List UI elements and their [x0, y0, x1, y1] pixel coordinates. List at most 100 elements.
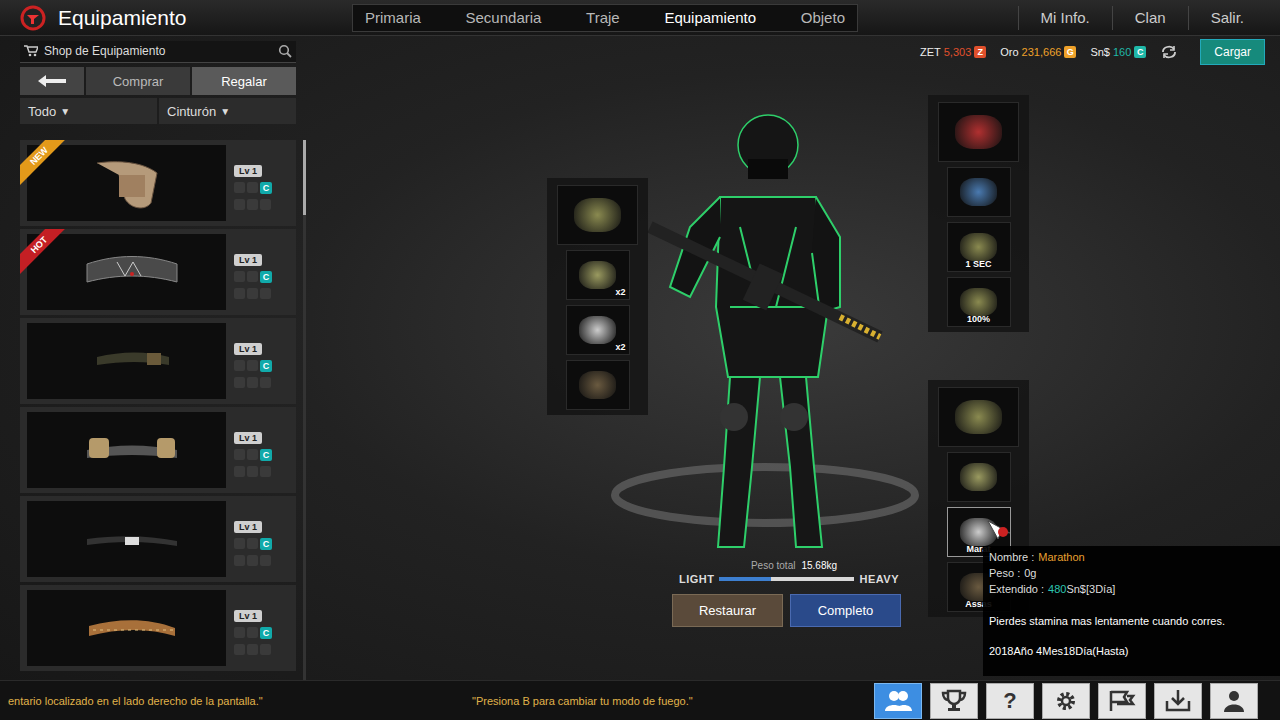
- item-picture: [579, 371, 616, 400]
- disabled-currency-icon: [247, 644, 258, 655]
- trophy-button[interactable]: [930, 683, 978, 719]
- load-button[interactable]: Cargar: [1200, 39, 1265, 65]
- tab[interactable]: Primaria: [357, 9, 429, 26]
- bottom-icons: ?: [874, 683, 1258, 719]
- shop-item[interactable]: Lv 1C: [20, 585, 296, 671]
- menu-item[interactable]: Salir.: [1189, 9, 1266, 26]
- tooltip-value: 480: [1048, 583, 1066, 595]
- disabled-currency-icon: [234, 271, 245, 282]
- friends-button[interactable]: [874, 683, 922, 719]
- disabled-currency-icon: [260, 555, 271, 566]
- clan-button[interactable]: [1098, 683, 1146, 719]
- weight-value: 15.68kg: [801, 560, 837, 571]
- equipment-slot[interactable]: [566, 360, 630, 410]
- weight-meter: Peso total15.68kgLIGHTHEAVY: [672, 560, 906, 585]
- currency-badge: C: [260, 538, 272, 550]
- badge-ribbon: NEW: [20, 140, 76, 196]
- tab[interactable]: Secundaria: [458, 9, 550, 26]
- disabled-currency-icon: [234, 555, 245, 566]
- item-list: Lv 1CNEWLv 1CHOTLv 1CLv 1CLv 1CLv 1C: [20, 140, 296, 680]
- disabled-currency-icon: [247, 182, 258, 193]
- currency-label: Oro: [1000, 46, 1018, 58]
- shop-item[interactable]: Lv 1CNEW: [20, 140, 296, 226]
- disabled-currency-icon: [260, 288, 271, 299]
- arrow-left-icon: [37, 74, 67, 88]
- equipment-slot[interactable]: x2: [566, 250, 630, 300]
- tab[interactable]: Objeto: [793, 9, 853, 26]
- disabled-currency-icon: [234, 538, 245, 549]
- tab[interactable]: Equipamiento: [656, 9, 764, 26]
- back-button[interactable]: [20, 67, 84, 95]
- equipment-slot-column: 1 SEC 100%: [928, 95, 1029, 332]
- equipment-slot[interactable]: [938, 387, 1019, 447]
- item-picture: [960, 463, 997, 492]
- price-icons: C: [234, 360, 272, 372]
- level-badge: Lv 1: [234, 610, 262, 622]
- profile-icon: [1222, 689, 1246, 713]
- filter-dropdown[interactable]: Todo▼: [20, 98, 157, 124]
- complete-button[interactable]: Completo: [790, 594, 901, 627]
- shop-item[interactable]: Lv 1CHOT: [20, 229, 296, 315]
- tooltip-value-group: Marathon: [1038, 549, 1084, 565]
- equipment-slot[interactable]: 100%: [947, 277, 1011, 327]
- weight-label: Peso total: [751, 560, 795, 571]
- shop-item[interactable]: Lv 1C: [20, 496, 296, 582]
- disabled-currency-icon: [260, 199, 271, 210]
- shop-item[interactable]: Lv 1C: [20, 318, 296, 404]
- currency-label: Sn$: [1090, 46, 1110, 58]
- price-icons: C: [234, 538, 272, 550]
- tab[interactable]: Traje: [578, 9, 628, 26]
- currency: ZET5,303Z: [920, 46, 986, 58]
- disabled-currency-icon: [234, 199, 245, 210]
- disabled-currency-icon: [260, 377, 271, 388]
- help-button[interactable]: ?: [986, 683, 1034, 719]
- top-bar: EquipamientoPrimariaSecundariaTrajeEquip…: [0, 0, 1280, 36]
- currency-amount: 5,303: [944, 46, 972, 58]
- shop-search[interactable]: Shop de Equipamiento: [20, 41, 296, 63]
- menu-item[interactable]: Clan: [1113, 9, 1188, 26]
- disabled-currency-icon: [247, 288, 258, 299]
- disabled-currency-icon: [260, 466, 271, 477]
- item-badge: HOT: [20, 229, 73, 279]
- slot-label: 1 SEC: [948, 259, 1010, 269]
- scroll-thumb[interactable]: [303, 140, 306, 215]
- refresh-icon[interactable]: [1160, 45, 1178, 59]
- shop-item[interactable]: Lv 1C: [20, 407, 296, 493]
- disabled-currency-icon: [234, 644, 245, 655]
- settings-icon: [1054, 689, 1078, 713]
- item-picture: [960, 178, 997, 207]
- currency-symbol: G: [1064, 46, 1076, 58]
- weight-track: [719, 577, 854, 581]
- item-info: Lv 1C: [234, 335, 272, 388]
- belt-icon: [27, 590, 226, 666]
- tooltip-key: Extendido :: [989, 581, 1044, 597]
- equipment-slot[interactable]: [557, 185, 638, 245]
- separator: [1112, 6, 1113, 30]
- equipment-slot[interactable]: [938, 102, 1019, 162]
- item-info: Lv 1C: [234, 602, 272, 655]
- shop-action-button[interactable]: Comprar: [86, 67, 190, 95]
- currency-badge: C: [260, 360, 272, 372]
- equipment-slot[interactable]: x2: [566, 305, 630, 355]
- filter-dropdown[interactable]: Cinturón▼: [159, 98, 296, 124]
- item-list-area: Lv 1CNEWLv 1CHOTLv 1CLv 1CLv 1CLv 1C: [20, 140, 306, 680]
- restore-button[interactable]: Restaurar: [672, 594, 783, 627]
- scrollbar[interactable]: [303, 140, 306, 680]
- shop-action-button[interactable]: Regalar: [192, 67, 296, 95]
- search-icon[interactable]: [278, 44, 292, 58]
- search-text[interactable]: Shop de Equipamiento: [44, 44, 272, 58]
- equipment-slot[interactable]: [947, 167, 1011, 217]
- equipment-slot[interactable]: [947, 452, 1011, 502]
- disabled-currency-icon: [247, 538, 258, 549]
- disabled-currency-icon: [247, 627, 258, 638]
- equipment-slot[interactable]: 1 SEC: [947, 222, 1011, 272]
- tooltip-value: Marathon: [1038, 551, 1084, 563]
- tooltip-value-group: 0g: [1024, 565, 1036, 581]
- tooltip-row: Peso :0g: [989, 565, 1274, 581]
- menu-item[interactable]: Mi Info.: [1019, 9, 1112, 26]
- settings-button[interactable]: [1042, 683, 1090, 719]
- item-picture: [574, 198, 621, 233]
- download-button[interactable]: [1154, 683, 1202, 719]
- profile-button[interactable]: [1210, 683, 1258, 719]
- tooltip-value-group: 480Sn$[3Día]: [1048, 581, 1115, 597]
